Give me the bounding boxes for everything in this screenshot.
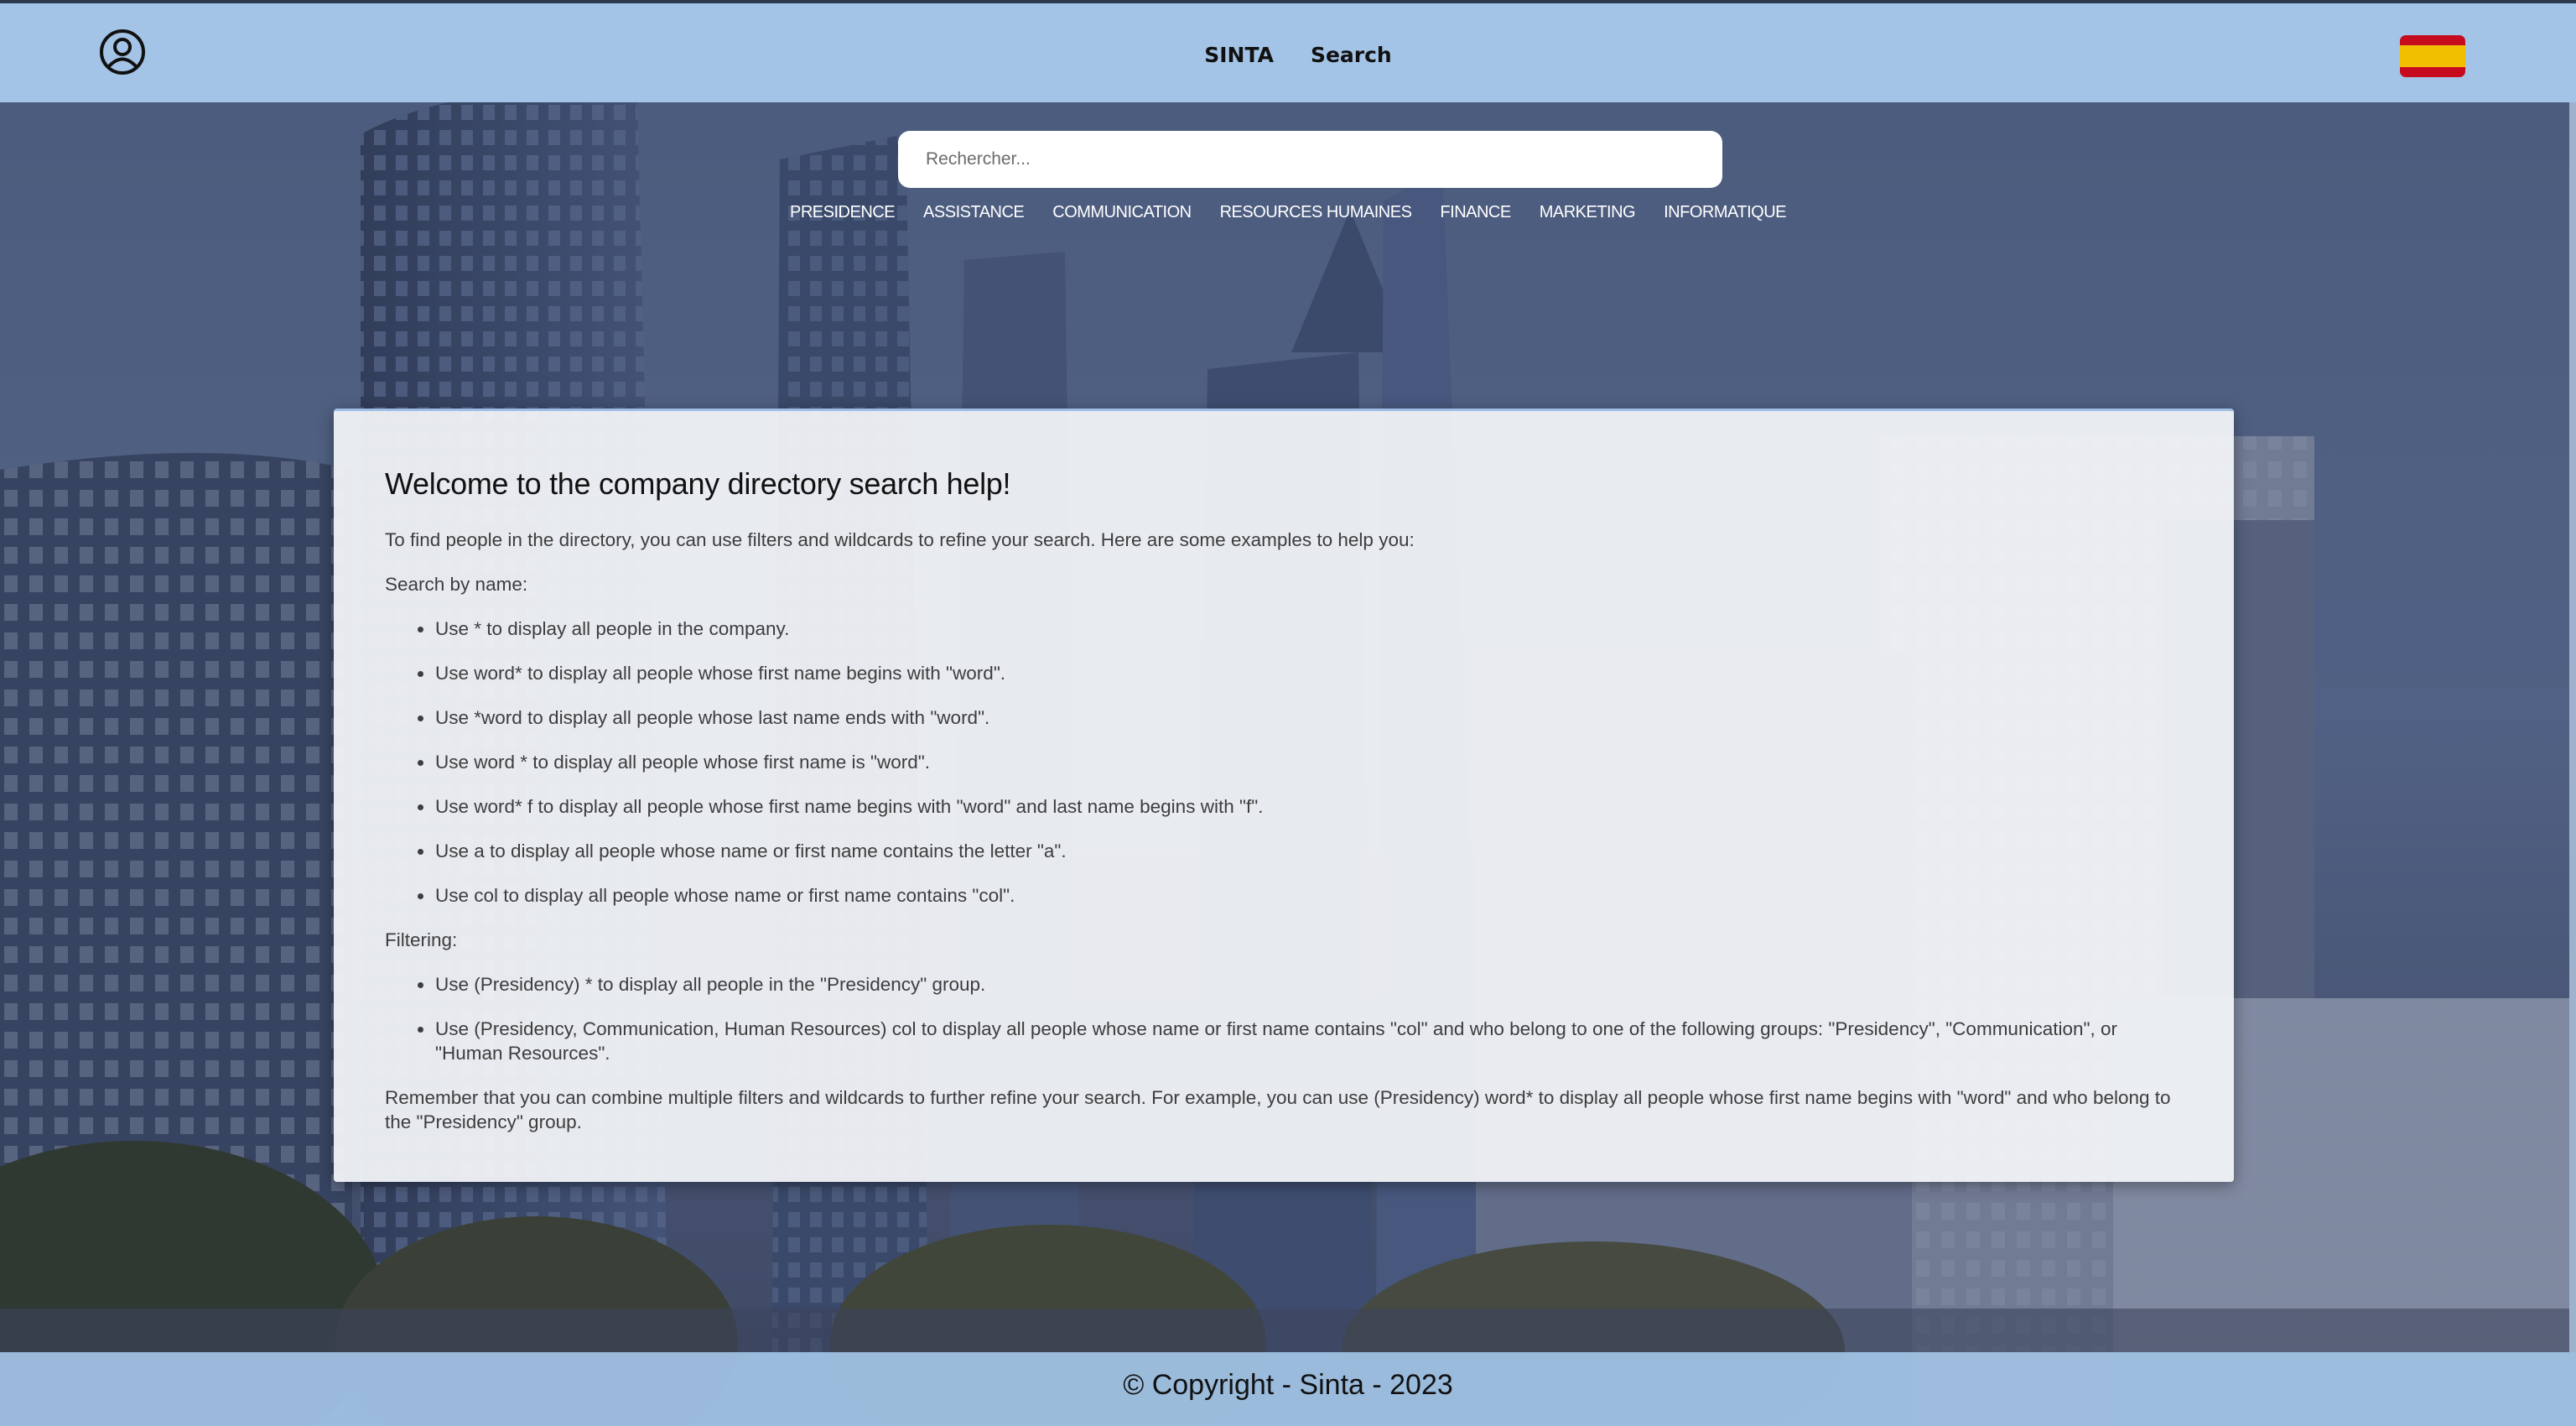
spain-flag-icon[interactable]: [2400, 35, 2465, 77]
list-item: Use word* f to display all people whose …: [434, 794, 2184, 819]
list-item: Use col to display all people whose name…: [434, 883, 2184, 908]
category-link-marketing[interactable]: MARKETING: [1540, 203, 1636, 222]
category-link-informatique[interactable]: INFORMATIQUE: [1664, 203, 1786, 222]
search-by-name-list: Use * to display all people in the compa…: [434, 617, 2184, 908]
list-item: Use word * to display all people whose f…: [434, 750, 2184, 774]
nav-link-sinta[interactable]: SINTA: [1204, 43, 1274, 67]
list-item: Use (Presidency) * to display all people…: [434, 972, 2184, 997]
help-intro: To find people in the directory, you can…: [385, 529, 1415, 550]
list-item: Use a to display all people whose name o…: [434, 839, 2184, 863]
list-item: Use * to display all people in the compa…: [434, 617, 2184, 641]
search-help-panel: Welcome to the company directory search …: [334, 409, 2234, 1182]
list-item: Use (Presidency, Communication, Human Re…: [434, 1017, 2184, 1065]
search-input[interactable]: [898, 131, 1722, 188]
page-scrollbar[interactable]: [2569, 102, 2576, 1352]
category-link-resources-humaines[interactable]: RESOURCES HUMAINES: [1220, 203, 1412, 222]
main-nav: SINTA Search: [0, 3, 2576, 106]
category-links: PRESIDENCE ASSISTANCE COMMUNICATION RESO…: [0, 203, 2576, 222]
filtering-list: Use (Presidency) * to display all people…: [434, 972, 2184, 1065]
category-link-finance[interactable]: FINANCE: [1440, 203, 1511, 222]
help-title: Welcome to the company directory search …: [385, 466, 1011, 501]
category-link-assistance[interactable]: ASSISTANCE: [923, 203, 1025, 222]
category-link-presidence[interactable]: PRESIDENCE: [790, 203, 896, 222]
list-item: Use word* to display all people whose fi…: [434, 661, 2184, 685]
help-closing: Remember that you can combine multiple f…: [385, 1087, 2171, 1132]
copyright-text: © Copyright - Sinta - 2023: [1123, 1369, 1453, 1401]
category-link-communication[interactable]: COMMUNICATION: [1052, 203, 1192, 222]
filtering-heading: Filtering:: [385, 929, 458, 950]
list-item: Use *word to display all people whose la…: [434, 705, 2184, 730]
search-by-name-heading: Search by name:: [385, 574, 528, 595]
top-navbar: SINTA Search: [0, 0, 2576, 102]
footer: © Copyright - Sinta - 2023: [0, 1352, 2576, 1426]
nav-link-search[interactable]: Search: [1311, 43, 1392, 67]
